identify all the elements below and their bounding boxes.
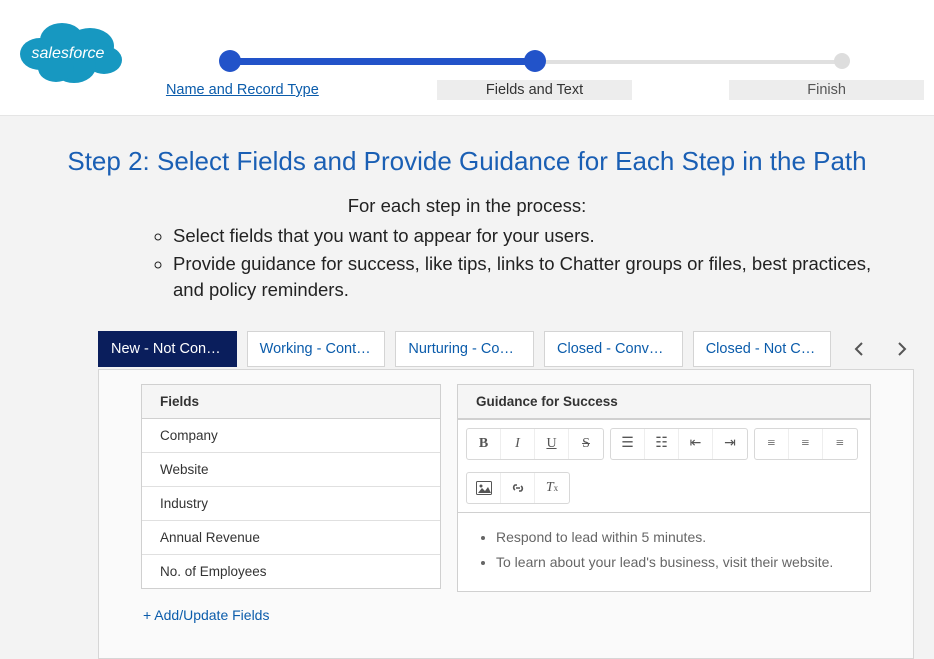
stage-tab-nurturing[interactable]: Nurturing - Con…: [395, 331, 534, 367]
rte-toolbar: B I U S ☰ ☷ ⇤ ⇥ ≡ ≡ ≡: [466, 428, 862, 504]
stage-prev-button[interactable]: [847, 337, 870, 361]
progress-dot-3: [834, 53, 850, 69]
align-center-icon: ≡: [802, 436, 810, 452]
salesforce-logo: salesforce: [12, 10, 124, 93]
stage-next-button[interactable]: [891, 337, 914, 361]
indent-icon: ⇥: [724, 435, 736, 452]
align-right-icon: ≡: [836, 436, 844, 452]
rte-italic-button[interactable]: I: [501, 429, 535, 459]
rte-underline-button[interactable]: U: [535, 429, 569, 459]
rte-clear-format-button[interactable]: Tx: [535, 473, 569, 503]
wizard-content: Step 2: Select Fields and Provide Guidan…: [0, 116, 934, 659]
rte-align-right-button[interactable]: ≡: [823, 429, 857, 459]
wizard-progress: Name and Record Type Fields and Text Fin…: [145, 50, 924, 100]
link-icon: [510, 481, 526, 495]
guidance-bullet: To learn about your lead's business, vis…: [496, 552, 852, 573]
rte-bold-button[interactable]: B: [467, 429, 501, 459]
outdent-icon: ⇤: [690, 435, 702, 452]
guidance-bullet: Respond to lead within 5 minutes.: [496, 527, 852, 548]
guidance-editor-toolbar-box: B I U S ☰ ☷ ⇤ ⇥ ≡ ≡ ≡: [457, 419, 871, 513]
intro-bullet: Provide guidance for success, like tips,…: [173, 251, 894, 303]
align-left-icon: ≡: [768, 436, 776, 452]
step-heading: Step 2: Select Fields and Provide Guidan…: [10, 146, 924, 177]
step-intro-list: Select fields that you want to appear fo…: [155, 223, 894, 303]
stage-tab-closed-converted[interactable]: Closed - Conv…: [544, 331, 683, 367]
guidance-editor-content[interactable]: Respond to lead within 5 minutes. To lea…: [457, 513, 871, 592]
rte-image-button[interactable]: [467, 473, 501, 503]
fields-list: Company Website Industry Annual Revenue …: [141, 419, 441, 589]
field-item-industry[interactable]: Industry: [142, 487, 440, 521]
progress-dot-1: [219, 50, 241, 72]
guidance-column: Guidance for Success B I U S ☰ ☷ ⇤ ⇥: [457, 384, 871, 644]
rte-indent-button[interactable]: ⇥: [713, 429, 747, 459]
field-item-annual-revenue[interactable]: Annual Revenue: [142, 521, 440, 555]
svg-text:salesforce: salesforce: [32, 45, 105, 62]
stage-tab-closed-not-converted[interactable]: Closed - Not C…: [693, 331, 832, 367]
field-item-website[interactable]: Website: [142, 453, 440, 487]
stage-config-panel: Fields Company Website Industry Annual R…: [98, 369, 914, 659]
rte-ol-button[interactable]: ☷: [645, 429, 679, 459]
rte-align-center-button[interactable]: ≡: [789, 429, 823, 459]
rte-align-left-button[interactable]: ≡: [755, 429, 789, 459]
stage-tab-new[interactable]: New - Not Cont…: [98, 331, 237, 367]
add-update-fields-link[interactable]: + Add/Update Fields: [141, 589, 441, 623]
rte-ul-button[interactable]: ☰: [611, 429, 645, 459]
list-ol-icon: ☷: [655, 435, 668, 452]
guidance-header: Guidance for Success: [457, 384, 871, 419]
image-icon: [476, 481, 492, 495]
progress-step-name-record-type[interactable]: Name and Record Type: [145, 80, 340, 100]
list-ul-icon: ☰: [621, 435, 634, 452]
progress-step-finish: Finish: [729, 80, 924, 100]
wizard-header: salesforce Name and Record Type Fields a…: [0, 0, 934, 116]
field-item-company[interactable]: Company: [142, 419, 440, 453]
intro-bullet: Select fields that you want to appear fo…: [173, 223, 894, 249]
rte-strike-button[interactable]: S: [569, 429, 603, 459]
progress-dot-2: [524, 50, 546, 72]
progress-step-fields-text: Fields and Text: [437, 80, 632, 100]
rte-link-button[interactable]: [501, 473, 535, 503]
fields-column: Fields Company Website Industry Annual R…: [141, 384, 441, 644]
stage-tab-working[interactable]: Working - Cont…: [247, 331, 386, 367]
rte-outdent-button[interactable]: ⇤: [679, 429, 713, 459]
fields-header: Fields: [141, 384, 441, 419]
step-intro: For each step in the process:: [10, 195, 924, 217]
stage-tabs-row: New - Not Cont… Working - Cont… Nurturin…: [98, 331, 914, 367]
field-item-employees[interactable]: No. of Employees: [142, 555, 440, 588]
